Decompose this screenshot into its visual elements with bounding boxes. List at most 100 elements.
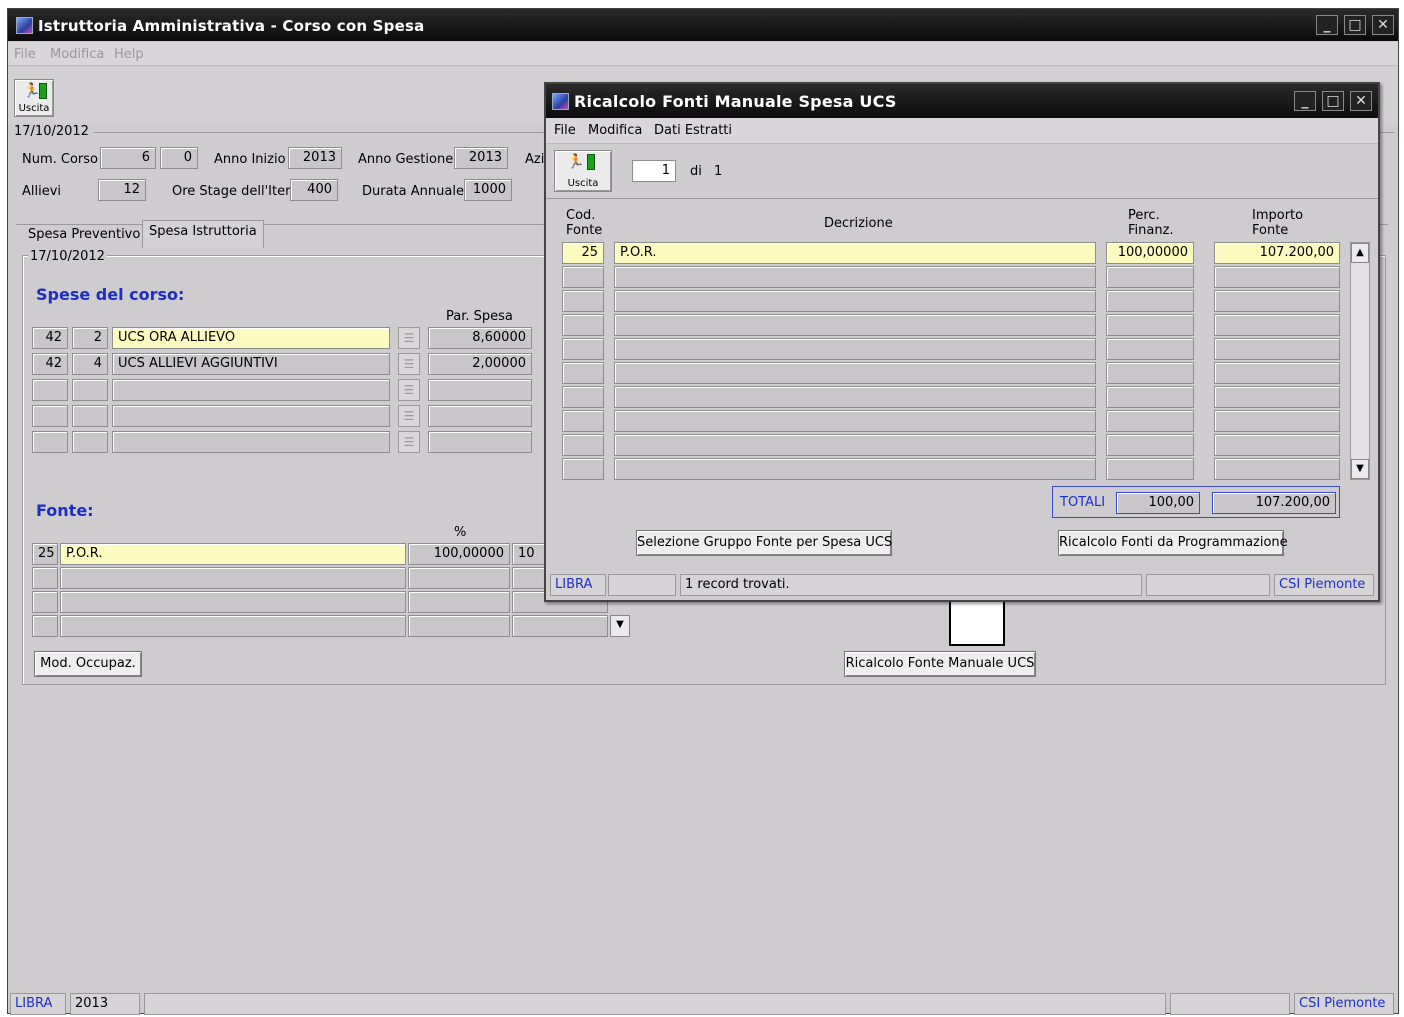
fonte-percent[interactable] xyxy=(408,567,510,589)
menu-modifica[interactable]: Modifica xyxy=(50,47,104,62)
anno-gestione-field[interactable]: 2013 xyxy=(454,147,508,169)
spese-par-spesa[interactable] xyxy=(428,431,532,453)
fonte-percent[interactable] xyxy=(408,591,510,613)
fonte-description[interactable] xyxy=(60,567,406,589)
fonti-decrizione[interactable] xyxy=(614,338,1096,360)
list-icon[interactable]: ☰ xyxy=(398,379,420,401)
fonte-percent[interactable]: 100,00000 xyxy=(408,543,510,565)
fonti-cod-fonte[interactable] xyxy=(562,434,604,456)
spese-par-spesa[interactable] xyxy=(428,379,532,401)
spese-code-1[interactable] xyxy=(32,405,68,427)
fonti-perc-finanz[interactable] xyxy=(1106,290,1194,312)
record-current-field[interactable]: 1 xyxy=(632,160,676,182)
fonte-description[interactable] xyxy=(60,591,406,613)
fonti-decrizione[interactable] xyxy=(614,266,1096,288)
num-corso-field-1[interactable]: 6 xyxy=(100,147,156,169)
fonti-importo-fonte[interactable] xyxy=(1214,338,1340,360)
fonti-cod-fonte[interactable]: 25 xyxy=(562,242,604,264)
fonti-perc-finanz[interactable] xyxy=(1106,266,1194,288)
spese-code-2[interactable] xyxy=(72,431,108,453)
spese-description[interactable]: UCS ALLIEVI AGGIUNTIVI xyxy=(112,353,390,375)
fonti-importo-fonte[interactable] xyxy=(1214,266,1340,288)
fonti-importo-fonte[interactable] xyxy=(1214,314,1340,336)
fonte-code[interactable] xyxy=(32,567,58,589)
durata-annuale-field[interactable]: 1000 xyxy=(464,179,512,201)
fonti-perc-finanz[interactable]: 100,00000 xyxy=(1106,242,1194,264)
fonte-amount[interactable] xyxy=(512,615,608,637)
fonti-decrizione[interactable] xyxy=(614,410,1096,432)
spese-code-1[interactable] xyxy=(32,431,68,453)
close-icon[interactable]: ✕ xyxy=(1372,15,1394,35)
fonti-decrizione[interactable] xyxy=(614,362,1096,384)
minimize-icon[interactable]: _ xyxy=(1316,15,1338,35)
fonti-decrizione[interactable] xyxy=(614,314,1096,336)
spese-code-2[interactable] xyxy=(72,379,108,401)
fonti-cod-fonte[interactable] xyxy=(562,314,604,336)
fonti-importo-fonte[interactable]: 107.200,00 xyxy=(1214,242,1340,264)
fonti-importo-fonte[interactable] xyxy=(1214,386,1340,408)
dialog-exit-button[interactable]: 🏃 Uscita xyxy=(554,150,612,192)
ricalcolo-fonti-programmazione-button[interactable]: Ricalcolo Fonti da Programmazione xyxy=(1058,530,1288,556)
dialog-menu-file[interactable]: File xyxy=(554,123,576,138)
fonti-perc-finanz[interactable] xyxy=(1106,434,1194,456)
grid-scrollbar[interactable]: ▲ ▼ xyxy=(1350,242,1370,480)
tab-spesa-istruttoria[interactable]: Spesa Istruttoria xyxy=(142,220,264,248)
fonti-importo-fonte[interactable] xyxy=(1214,410,1340,432)
spese-description[interactable] xyxy=(112,379,390,401)
fonti-decrizione[interactable] xyxy=(614,458,1096,480)
fonti-cod-fonte[interactable] xyxy=(562,386,604,408)
list-icon[interactable]: ☰ xyxy=(398,327,420,349)
fonte-amount[interactable]: 10 xyxy=(512,543,548,565)
list-icon[interactable]: ☰ xyxy=(398,353,420,375)
selezione-gruppo-fonte-button[interactable]: Selezione Gruppo Fonte per Spesa UCS xyxy=(636,530,892,556)
dialog-close-icon[interactable]: ✕ xyxy=(1350,91,1372,111)
menu-file[interactable]: File xyxy=(14,47,36,62)
num-corso-field-2[interactable]: 0 xyxy=(160,147,198,169)
spese-par-spesa[interactable] xyxy=(428,405,532,427)
fonte-code[interactable] xyxy=(32,615,58,637)
list-icon[interactable]: ☰ xyxy=(398,405,420,427)
list-icon[interactable]: ☰ xyxy=(398,431,420,453)
fonte-description[interactable]: P.O.R. xyxy=(60,543,406,565)
spese-code-2[interactable]: 2 xyxy=(72,327,108,349)
fonte-scroll-down-icon[interactable]: ▼ xyxy=(610,615,630,637)
fonti-decrizione[interactable] xyxy=(614,386,1096,408)
spese-code-1[interactable]: 42 xyxy=(32,327,68,349)
fonti-perc-finanz[interactable] xyxy=(1106,362,1194,384)
spese-par-spesa[interactable]: 2,00000 xyxy=(428,353,532,375)
exit-button[interactable]: 🏃 Uscita xyxy=(14,79,54,117)
maximize-icon[interactable]: □ xyxy=(1344,15,1366,35)
fonti-cod-fonte[interactable] xyxy=(562,410,604,432)
dialog-menu-dati-estratti[interactable]: Dati Estratti xyxy=(654,123,732,138)
fonti-decrizione[interactable]: P.O.R. xyxy=(614,242,1096,264)
fonti-perc-finanz[interactable] xyxy=(1106,410,1194,432)
fonti-perc-finanz[interactable] xyxy=(1106,386,1194,408)
fonti-perc-finanz[interactable] xyxy=(1106,458,1194,480)
spese-code-1[interactable]: 42 xyxy=(32,353,68,375)
scroll-down-icon[interactable]: ▼ xyxy=(1351,459,1369,479)
allievi-field[interactable]: 12 xyxy=(98,179,146,201)
fonti-importo-fonte[interactable] xyxy=(1214,458,1340,480)
fonti-importo-fonte[interactable] xyxy=(1214,434,1340,456)
fonte-description[interactable] xyxy=(60,615,406,637)
fonte-percent[interactable] xyxy=(408,615,510,637)
fonti-cod-fonte[interactable] xyxy=(562,290,604,312)
menu-help[interactable]: Help xyxy=(114,47,144,62)
scroll-up-icon[interactable]: ▲ xyxy=(1351,243,1369,263)
mod-occupaz-button[interactable]: Mod. Occupaz. xyxy=(34,651,142,677)
spese-code-2[interactable]: 4 xyxy=(72,353,108,375)
fonti-cod-fonte[interactable] xyxy=(562,338,604,360)
fonti-importo-fonte[interactable] xyxy=(1214,290,1340,312)
ricalcolo-fonte-manuale-button[interactable]: Ricalcolo Fonte Manuale UCS xyxy=(844,651,1036,677)
fonti-cod-fonte[interactable] xyxy=(562,362,604,384)
fonte-amount[interactable] xyxy=(512,567,548,589)
spese-description[interactable] xyxy=(112,431,390,453)
spese-description[interactable] xyxy=(112,405,390,427)
fonti-perc-finanz[interactable] xyxy=(1106,338,1194,360)
dialog-maximize-icon[interactable]: □ xyxy=(1322,91,1344,111)
fonti-cod-fonte[interactable] xyxy=(562,266,604,288)
fonti-cod-fonte[interactable] xyxy=(562,458,604,480)
ore-stage-field[interactable]: 400 xyxy=(290,179,338,201)
fonti-perc-finanz[interactable] xyxy=(1106,314,1194,336)
dialog-menu-modifica[interactable]: Modifica xyxy=(588,123,642,138)
